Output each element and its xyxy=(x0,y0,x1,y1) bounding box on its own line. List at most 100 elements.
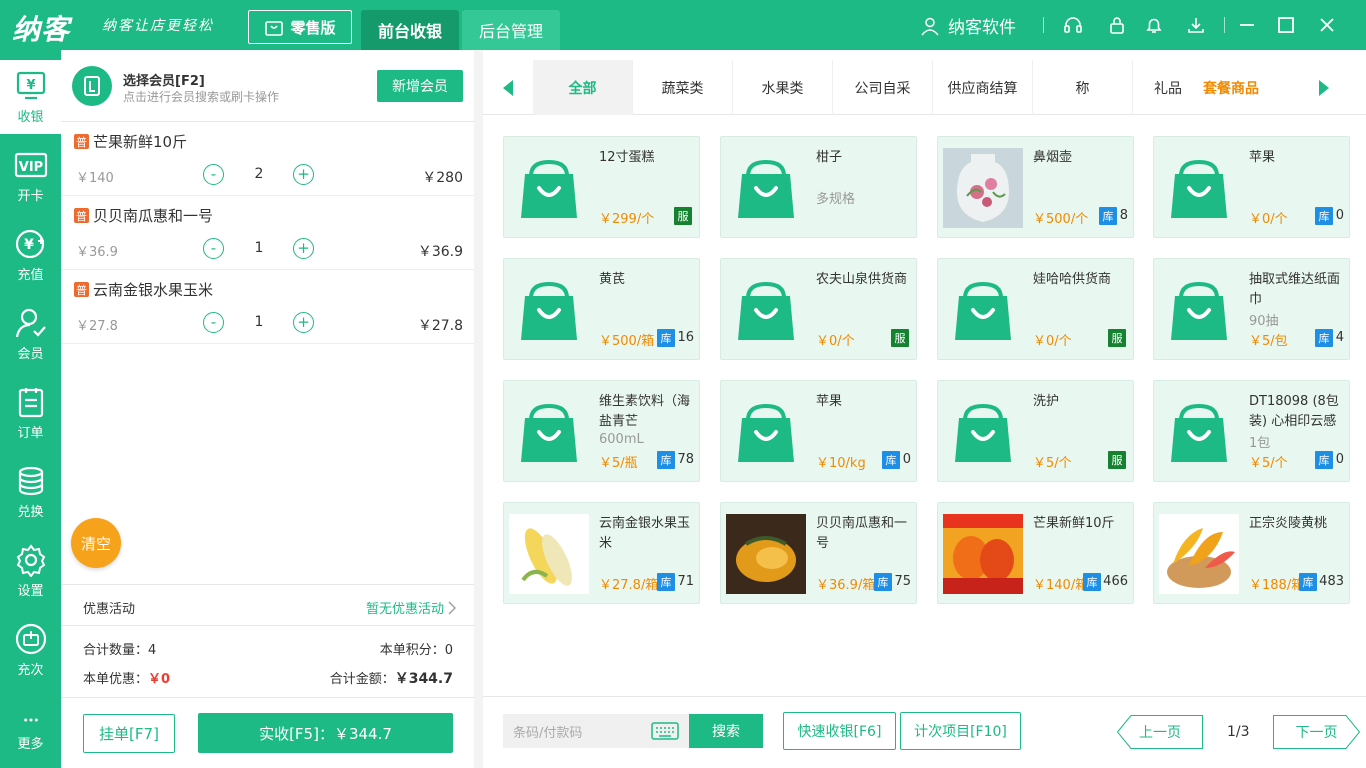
cart-item-qty[interactable]: 2 xyxy=(251,166,267,182)
product-card[interactable]: 柑子 多规格 xyxy=(720,136,917,238)
search-button[interactable]: 搜索 xyxy=(689,714,763,748)
minimize-icon[interactable] xyxy=(1234,12,1260,38)
clear-cart-button[interactable]: 清空 xyxy=(71,518,121,568)
tab-front-cashier[interactable]: 前台收银 xyxy=(361,10,459,50)
sidebar-item-more[interactable]: 更多 xyxy=(0,694,61,768)
sidebar-item-settings[interactable]: 设置 xyxy=(0,534,61,608)
lock-icon[interactable] xyxy=(1106,14,1128,36)
product-card[interactable]: 12寸蛋糕 ￥299/个 服 xyxy=(503,136,700,238)
sidebar-item-order[interactable]: 订单 xyxy=(0,376,61,450)
edition-button[interactable]: 零售版 xyxy=(248,10,352,44)
product-card[interactable]: DT18098 (8包装) 心相印云感 1包 ￥5/个 库 0 xyxy=(1153,380,1350,482)
category-tab-all[interactable]: 全部 xyxy=(533,60,633,115)
cart-item[interactable]: 普 芒果新鲜10斤 ￥140 - 2 + ￥280 xyxy=(61,122,474,196)
product-card[interactable]: 苹果 ￥10/kg 库 0 xyxy=(720,380,917,482)
count-items-button[interactable]: 计次项目[F10] xyxy=(900,712,1021,750)
product-card[interactable]: 鼻烟壶 ￥500/个库 8 xyxy=(937,136,1134,238)
member-avatar-icon xyxy=(72,66,112,106)
user-icon xyxy=(921,17,939,35)
decrease-qty-button[interactable]: - xyxy=(203,238,224,259)
product-card[interactable]: 农夫山泉供货商 ￥0/个 服 xyxy=(720,258,917,360)
divider xyxy=(1224,17,1225,33)
member-selector[interactable]: 选择会员[F2] 点击进行会员搜索或刷卡操作 新增会员 xyxy=(61,50,474,122)
keyboard-icon[interactable] xyxy=(651,722,679,740)
total-count-label: 合计数量： xyxy=(83,643,149,658)
cart-panel: 选择会员[F2] 点击进行会员搜索或刷卡操作 新增会员 普 芒果新鲜10斤 ￥1… xyxy=(61,50,474,768)
category-tab[interactable]: 称 xyxy=(1033,60,1133,115)
category-next-arrow-icon[interactable] xyxy=(1299,60,1349,115)
maximize-icon[interactable] xyxy=(1273,12,1299,38)
product-spec: 600mL xyxy=(599,432,644,447)
product-name: 柑子 xyxy=(816,150,843,165)
download-icon[interactable] xyxy=(1185,14,1207,36)
sidebar-item-recharge[interactable]: ¥ 充值 xyxy=(0,218,61,292)
cart-item[interactable]: 普 云南金银水果玉米 ￥27.8 - 1 + ￥27.8 xyxy=(61,270,474,344)
product-card[interactable]: 维生素饮料（海盐青芒 600mL ￥5/瓶 库 78 xyxy=(503,380,700,482)
decrease-qty-button[interactable]: - xyxy=(203,312,224,333)
cart-item-qty[interactable]: 1 xyxy=(251,240,267,256)
promotion-row[interactable]: 优惠活动 暂无优惠活动 xyxy=(61,584,474,626)
shopping-bag-icon xyxy=(943,392,1023,472)
product-price: ￥299/个 xyxy=(599,212,655,227)
product-card[interactable]: 苹果 ￥0/个 库 0 xyxy=(1153,136,1350,238)
chevron-right-icon xyxy=(448,601,456,614)
close-icon[interactable] xyxy=(1314,12,1340,38)
increase-qty-button[interactable]: + xyxy=(293,238,314,259)
cart-item[interactable]: 普 贝贝南瓜惠和一号 ￥36.9 - 1 + ￥36.9 xyxy=(61,196,474,270)
sidebar-item-open-card[interactable]: VIP 开卡 xyxy=(0,139,61,213)
category-tab[interactable]: 水果类 xyxy=(733,60,833,115)
sidebar-item-member[interactable]: 会员 xyxy=(0,297,61,371)
product-card[interactable]: 黄芪 ￥500/箱库 16 xyxy=(503,258,700,360)
product-card[interactable]: 娃哈哈供货商 ￥0/个 服 xyxy=(937,258,1134,360)
category-tab[interactable]: 蔬菜类 xyxy=(633,60,733,115)
sidebar-label: 更多 xyxy=(17,737,44,752)
next-page-label: 下一页 xyxy=(1295,725,1338,741)
sidebar-item-recharge-times[interactable]: 充次 xyxy=(0,613,61,687)
product-card[interactable]: 云南金银水果玉米 ￥27.8/箱库 71 xyxy=(503,502,700,604)
product-card[interactable]: 贝贝南瓜惠和一号 ￥36.9/箱库 75 xyxy=(720,502,917,604)
cart-item-qty[interactable]: 1 xyxy=(251,314,267,330)
order-discount-label: 本单优惠： xyxy=(83,672,149,687)
tab-backend-management[interactable]: 后台管理 xyxy=(462,10,560,50)
product-image xyxy=(726,514,806,594)
bell-icon[interactable] xyxy=(1143,14,1165,36)
promotion-value-text: 暂无优惠活动 xyxy=(365,602,444,617)
increase-qty-button[interactable]: + xyxy=(293,164,314,185)
product-price: ￥500/箱 xyxy=(599,334,655,349)
prev-page-button[interactable]: 上一页 xyxy=(1117,715,1203,749)
next-page-button[interactable]: 下一页 xyxy=(1273,715,1360,749)
category-tab[interactable]: 公司自采 xyxy=(833,60,933,115)
stock-badge: 库 xyxy=(1315,329,1333,347)
product-stock: 0 xyxy=(902,452,911,467)
decrease-qty-button[interactable]: - xyxy=(203,164,224,185)
product-name: 云南金银水果玉米 xyxy=(599,516,691,551)
category-tab-package[interactable]: 套餐商品 xyxy=(1203,60,1303,115)
product-card[interactable]: 抽取式维达纸面巾 90抽 ￥5/包 库 4 xyxy=(1153,258,1350,360)
shopping-bag-icon xyxy=(1159,148,1239,228)
increase-qty-button[interactable]: + xyxy=(293,312,314,333)
total-count: 合计数量：4 xyxy=(83,639,156,658)
product-card[interactable]: 正宗炎陵黄桃 ￥188/箱库 483 xyxy=(1153,502,1350,604)
total-amount-value: ￥344.7 xyxy=(394,671,453,687)
sidebar-item-cashier[interactable]: ¥ 收银 xyxy=(0,60,61,134)
category-tab[interactable]: 礼品 xyxy=(1133,60,1203,115)
quick-cash-button[interactable]: 快速收银[F6] xyxy=(783,712,896,750)
sidebar-item-exchange[interactable]: 兑换 xyxy=(0,455,61,529)
shopping-bag-icon xyxy=(509,270,589,350)
service-badge: 服 xyxy=(674,207,692,225)
user-menu[interactable]: 纳客软件 xyxy=(920,13,1016,38)
add-member-button[interactable]: 新增会员 xyxy=(377,70,463,102)
category-tab[interactable]: 供应商结算 xyxy=(933,60,1033,115)
category-prev-arrow-icon[interactable] xyxy=(483,60,533,115)
product-name: 抽取式维达纸面巾 xyxy=(1249,272,1341,307)
svg-text:¥: ¥ xyxy=(24,237,34,253)
shopping-bag-icon xyxy=(726,148,806,228)
product-card[interactable]: 芒果新鲜10斤 ￥140/箱库 466 xyxy=(937,502,1134,604)
cart-item-price: ￥27.8 xyxy=(76,319,118,334)
product-card[interactable]: 洗护 ￥5/个 服 xyxy=(937,380,1134,482)
headset-icon[interactable] xyxy=(1062,14,1084,36)
hold-order-button[interactable]: 挂单[F7] xyxy=(83,714,175,753)
cart-item-total: ￥27.8 xyxy=(417,318,463,334)
checkout-button[interactable]: 实收[F5]：￥344.7 xyxy=(198,713,453,753)
promotion-value[interactable]: 暂无优惠活动 xyxy=(366,598,456,617)
